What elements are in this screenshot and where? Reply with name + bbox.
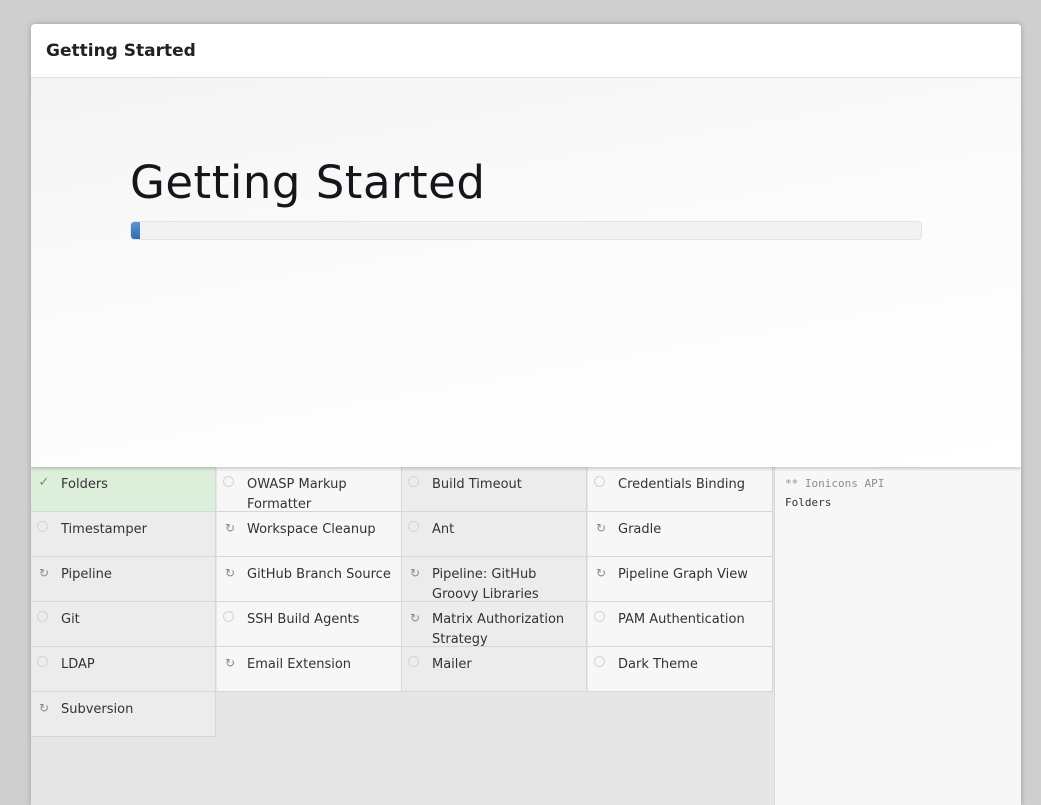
plugin-item-label: Mailer: [432, 657, 472, 672]
plugin-item: Timestamper: [31, 512, 216, 557]
check-icon: ✓: [38, 475, 50, 490]
plugin-item-label: Subversion: [61, 702, 134, 717]
plugin-item: ↻ GitHub Branch Source: [217, 557, 402, 602]
plugin-item-label: Pipeline: [61, 567, 112, 582]
plugin-item-label: OWASP Markup Formatter: [247, 477, 347, 512]
progress-panel: Getting Started: [31, 78, 1021, 467]
plugin-item-label: Git: [61, 612, 80, 627]
circle-icon: [408, 521, 419, 532]
plugin-item-label: GitHub Branch Source: [247, 567, 391, 582]
plugin-item-label: Folders: [61, 477, 108, 492]
circle-icon: [408, 656, 419, 667]
plugin-item-label: PAM Authentication: [618, 612, 745, 627]
plugin-item-label: LDAP: [61, 657, 95, 672]
plugin-item-label: Gradle: [618, 522, 662, 537]
plugin-grid: ✓ Folders OWASP Markup Formatter Build Time…: [31, 467, 774, 805]
plugin-item: PAM Authentication: [588, 602, 773, 647]
plugin-item: Build Timeout: [402, 467, 587, 512]
install-log[interactable]: ** Ionicons API Folders: [774, 467, 1021, 805]
plugin-item-label: Pipeline: GitHub Groovy Libraries: [432, 567, 539, 602]
plugin-item: Ant: [402, 512, 587, 557]
plugin-item: ↻ Subversion: [31, 692, 216, 737]
plugin-item-label: Build Timeout: [432, 477, 522, 492]
plugin-item: ↻ Pipeline: GitHub Groovy Libraries: [402, 557, 587, 602]
log-line: Folders: [785, 496, 832, 509]
refresh-icon: ↻: [595, 566, 607, 580]
circle-icon: [37, 656, 48, 667]
circle-icon: [594, 476, 605, 487]
plugin-item: ↻ Pipeline: [31, 557, 216, 602]
refresh-icon: ↻: [224, 656, 236, 670]
plugin-item-label: Email Extension: [247, 657, 352, 672]
plugin-item-label: Pipeline Graph View: [618, 567, 748, 582]
dialog-header: Getting Started: [31, 24, 1021, 78]
refresh-icon: ↻: [409, 566, 421, 580]
plugin-item: Dark Theme: [588, 647, 773, 692]
refresh-icon: ↻: [409, 611, 421, 625]
plugin-item-label: Timestamper: [61, 522, 147, 537]
install-progress-bar: [130, 221, 922, 240]
plugin-item: SSH Build Agents: [217, 602, 402, 647]
plugin-item: ↻ Gradle: [588, 512, 773, 557]
plugin-item: ↻ Email Extension: [217, 647, 402, 692]
refresh-icon: ↻: [38, 701, 50, 715]
page-title: Getting Started: [130, 156, 486, 209]
refresh-icon: ↻: [595, 521, 607, 535]
plugin-item: ↻ Matrix Authorization Strategy: [402, 602, 587, 647]
dialog-title: Getting Started: [46, 41, 196, 61]
plugin-item: ↻ Workspace Cleanup: [217, 512, 402, 557]
plugin-item: Credentials Binding: [588, 467, 773, 512]
plugin-item-label: Dark Theme: [618, 657, 698, 672]
circle-icon: [37, 611, 48, 622]
plugin-item: LDAP: [31, 647, 216, 692]
circle-icon: [594, 611, 605, 622]
install-progress-fill: [131, 222, 140, 239]
circle-icon: [594, 656, 605, 667]
refresh-icon: ↻: [38, 566, 50, 580]
plugin-item: Mailer: [402, 647, 587, 692]
plugin-item: OWASP Markup Formatter: [217, 467, 402, 512]
refresh-icon: ↻: [224, 521, 236, 535]
circle-icon: [37, 521, 48, 532]
setup-wizard-window: Getting Started Getting Started ✓ Folders…: [31, 24, 1021, 805]
log-line: ** Ionicons API: [785, 477, 885, 490]
plugin-item: ✓ Folders: [31, 467, 216, 512]
plugin-item: Git: [31, 602, 216, 647]
plugin-item-label: Matrix Authorization Strategy: [432, 612, 565, 647]
plugin-item-label: Workspace Cleanup: [247, 522, 376, 537]
circle-icon: [408, 476, 419, 487]
circle-icon: [223, 476, 234, 487]
plugin-item-label: Ant: [432, 522, 455, 537]
plugin-item-label: SSH Build Agents: [247, 612, 360, 627]
circle-icon: [223, 611, 234, 622]
plugin-item-label: Credentials Binding: [618, 477, 745, 492]
refresh-icon: ↻: [224, 566, 236, 580]
plugin-item: ↻ Pipeline Graph View: [588, 557, 773, 602]
